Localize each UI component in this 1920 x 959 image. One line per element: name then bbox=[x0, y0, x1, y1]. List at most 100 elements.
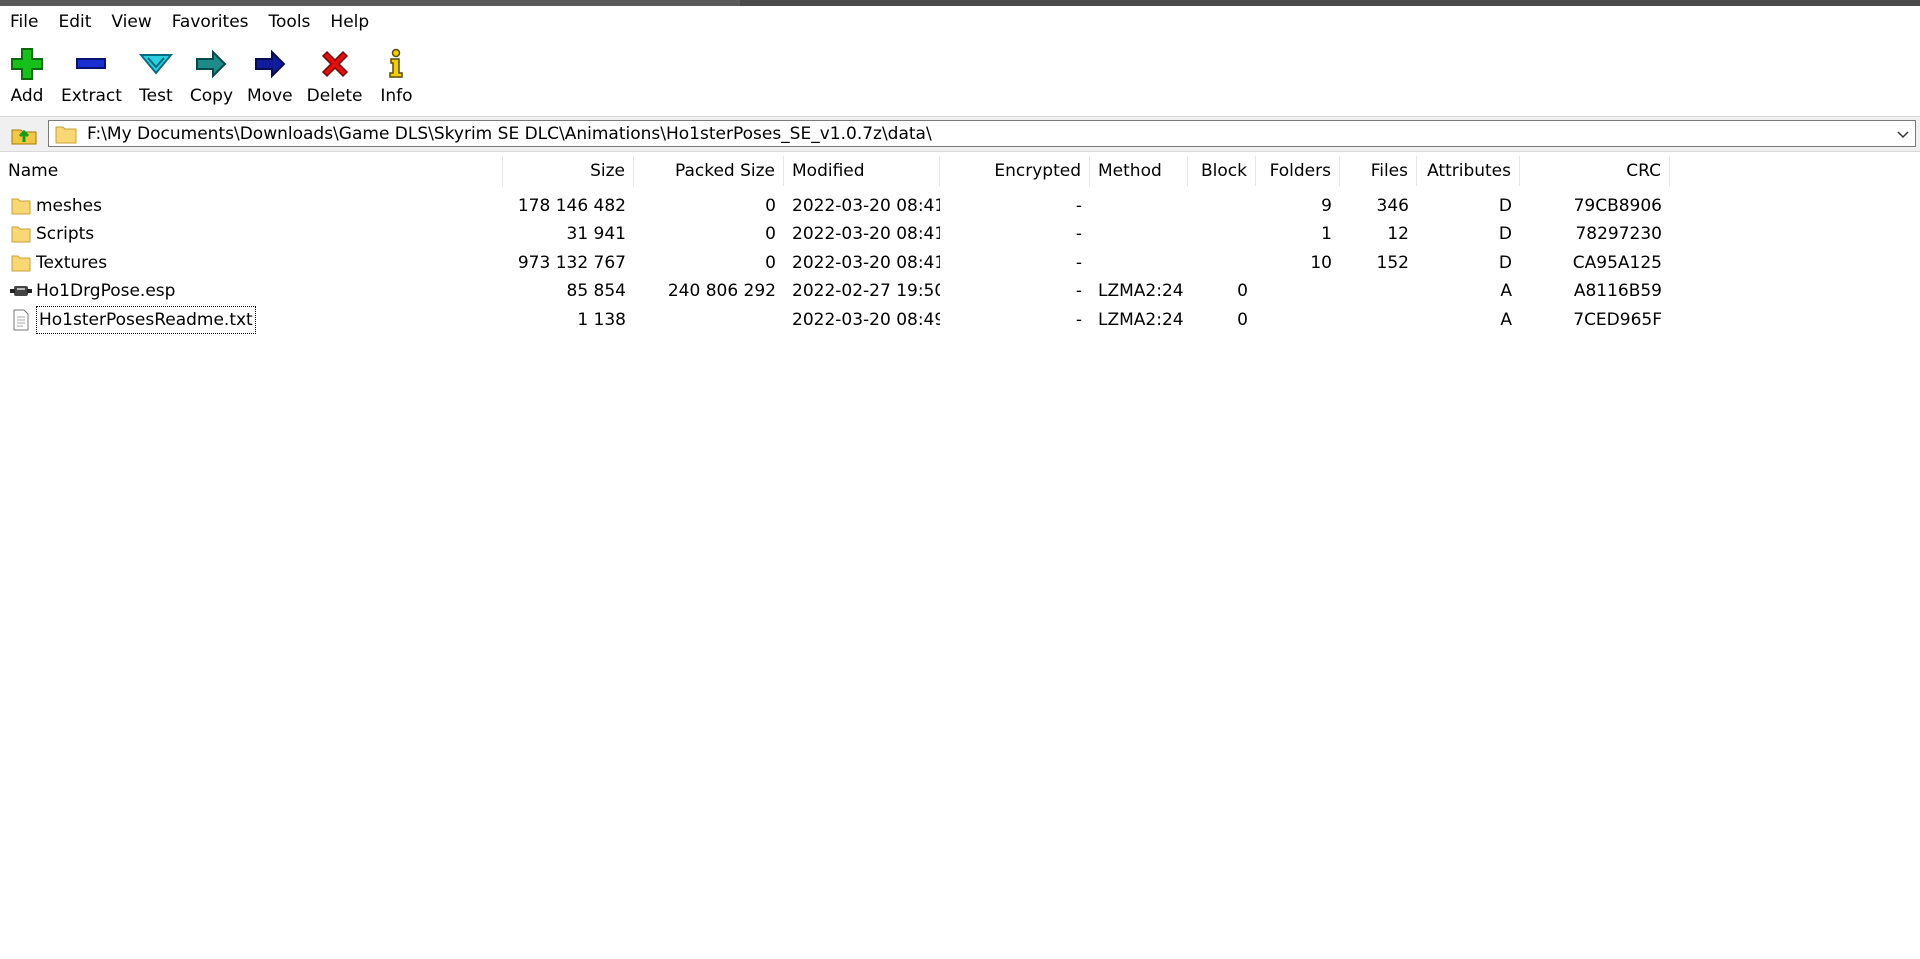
modified-cell: 2022-03-20 08:41 bbox=[792, 252, 940, 273]
files-cell bbox=[1340, 277, 1417, 305]
name-cell: Ho1DrgPose.esp bbox=[0, 277, 503, 305]
column-attributes[interactable]: Attributes bbox=[1417, 156, 1520, 186]
info-icon bbox=[376, 44, 416, 84]
files-cell: 152 bbox=[1376, 252, 1409, 273]
menu-bar: File Edit View Favorites Tools Help bbox=[0, 6, 1920, 38]
files-cell bbox=[1340, 306, 1417, 334]
folder-icon bbox=[10, 195, 32, 217]
file-name: Textures bbox=[36, 252, 108, 273]
crc-cell: 7CED965F bbox=[1573, 309, 1662, 330]
path-text: F:\My Documents\Downloads\Game DLS\Skyri… bbox=[87, 123, 932, 144]
packed-cell: 0 bbox=[765, 224, 776, 245]
encrypted-cell: - bbox=[1075, 309, 1082, 330]
method-cell bbox=[1090, 192, 1188, 220]
method-cell: LZMA2:24 bbox=[1098, 309, 1184, 330]
menu-favorites[interactable]: Favorites bbox=[162, 6, 259, 38]
menu-view[interactable]: View bbox=[101, 6, 161, 38]
folders-cell: 9 bbox=[1321, 196, 1332, 216]
packed-cell bbox=[634, 306, 784, 334]
attributes-cell: D bbox=[1498, 252, 1512, 273]
column-modified[interactable]: Modified bbox=[784, 156, 940, 186]
encrypted-cell: - bbox=[1075, 281, 1082, 302]
toolbar: Add Extract Test Copy Move Delete Info bbox=[0, 38, 1920, 116]
block-cell: 0 bbox=[1237, 281, 1248, 302]
crc-cell: CA95A125 bbox=[1572, 252, 1662, 273]
menu-tools[interactable]: Tools bbox=[259, 6, 321, 38]
menu-edit[interactable]: Edit bbox=[48, 6, 101, 38]
block-cell bbox=[1188, 220, 1256, 248]
modified-cell: 2022-03-20 08:41 bbox=[792, 196, 940, 216]
encrypted-cell: - bbox=[1075, 252, 1082, 273]
up-folder-button[interactable] bbox=[4, 121, 44, 147]
minus-icon bbox=[71, 44, 111, 84]
info-button[interactable]: Info bbox=[369, 38, 423, 116]
name-cell: Ho1sterPosesReadme.txt bbox=[0, 305, 503, 334]
column-folders[interactable]: Folders bbox=[1256, 156, 1340, 186]
files-cell: 12 bbox=[1387, 224, 1409, 245]
copy-arrow-icon bbox=[191, 44, 231, 84]
file-list: Name Size Packed Size Modified Encrypted… bbox=[0, 152, 1920, 959]
name-cell: Scripts bbox=[0, 220, 503, 248]
table-row[interactable]: Textures 973 132 767 0 2022-03-20 08:41 - 10 1… bbox=[0, 249, 1680, 277]
size-cell: 85 854 bbox=[566, 281, 626, 302]
block-cell bbox=[1188, 192, 1256, 220]
column-crc[interactable]: CRC bbox=[1520, 156, 1670, 186]
menu-help[interactable]: Help bbox=[320, 6, 379, 38]
crc-cell: A8116B59 bbox=[1573, 281, 1662, 302]
column-header: Name Size Packed Size Modified Encrypted… bbox=[0, 152, 1920, 192]
method-cell bbox=[1090, 249, 1188, 277]
chevron-down-icon[interactable] bbox=[1895, 126, 1911, 142]
column-method[interactable]: Method bbox=[1090, 156, 1188, 186]
test-button[interactable]: Test bbox=[129, 38, 183, 116]
column-files[interactable]: Files bbox=[1340, 156, 1417, 186]
packed-cell: 240 806 292 bbox=[667, 281, 776, 302]
text-file-icon bbox=[10, 309, 32, 331]
name-cell: meshes bbox=[0, 192, 503, 220]
table-row[interactable]: meshes 178 146 482 0 2022-03-20 08:41 - 9 346 D… bbox=[0, 192, 1680, 220]
attributes-cell: A bbox=[1500, 309, 1512, 330]
checkmark-icon bbox=[136, 44, 176, 84]
folders-cell bbox=[1256, 277, 1340, 305]
attributes-cell: A bbox=[1500, 281, 1512, 302]
file-name: Scripts bbox=[36, 224, 95, 245]
file-name: Ho1sterPosesReadme.txt bbox=[36, 305, 256, 334]
attributes-cell: D bbox=[1498, 196, 1512, 216]
esp-file-icon bbox=[10, 280, 32, 302]
crc-cell: 78297230 bbox=[1575, 224, 1662, 245]
method-cell: LZMA2:24 bbox=[1098, 281, 1184, 302]
packed-cell: 0 bbox=[765, 252, 776, 273]
folders-cell bbox=[1256, 306, 1340, 334]
delete-x-icon bbox=[315, 44, 355, 84]
modified-cell: 2022-03-20 08:41 bbox=[792, 224, 940, 245]
encrypted-cell: - bbox=[1075, 224, 1082, 245]
plus-icon bbox=[7, 44, 47, 84]
menu-file[interactable]: File bbox=[0, 6, 48, 38]
folder-icon bbox=[10, 223, 32, 245]
column-name[interactable]: Name bbox=[0, 156, 503, 186]
column-size[interactable]: Size bbox=[503, 156, 634, 186]
delete-button[interactable]: Delete bbox=[300, 38, 370, 116]
crc-cell: 79CB8906 bbox=[1573, 196, 1662, 216]
column-packed-size[interactable]: Packed Size bbox=[634, 156, 784, 186]
copy-button[interactable]: Copy bbox=[183, 38, 240, 116]
size-cell: 178 146 482 bbox=[517, 196, 626, 216]
path-field[interactable]: F:\My Documents\Downloads\Game DLS\Skyri… bbox=[48, 120, 1916, 147]
column-encrypted[interactable]: Encrypted bbox=[940, 156, 1090, 186]
add-button[interactable]: Add bbox=[0, 38, 54, 116]
folder-icon bbox=[10, 252, 32, 274]
size-cell: 1 138 bbox=[577, 309, 626, 330]
table-row[interactable]: Ho1sterPosesReadme.txt 1 138 2022-03-20 08… bbox=[0, 305, 1680, 334]
modified-cell: 2022-03-20 08:49 bbox=[792, 309, 940, 330]
table-row[interactable]: Ho1DrgPose.esp 85 854 240 806 292 2022-02-2… bbox=[0, 277, 1680, 305]
packed-cell: 0 bbox=[765, 196, 776, 216]
folders-cell: 10 bbox=[1310, 252, 1332, 273]
modified-cell: 2022-02-27 19:50 bbox=[792, 281, 940, 302]
block-cell: 0 bbox=[1237, 309, 1248, 330]
size-cell: 973 132 767 bbox=[517, 252, 626, 273]
file-name: Ho1DrgPose.esp bbox=[36, 281, 176, 302]
move-button[interactable]: Move bbox=[240, 38, 300, 116]
size-cell: 31 941 bbox=[566, 224, 626, 245]
table-row[interactable]: Scripts 31 941 0 2022-03-20 08:41 - 1 12 D 78297… bbox=[0, 220, 1680, 248]
column-block[interactable]: Block bbox=[1188, 156, 1256, 186]
extract-button[interactable]: Extract bbox=[54, 38, 129, 116]
